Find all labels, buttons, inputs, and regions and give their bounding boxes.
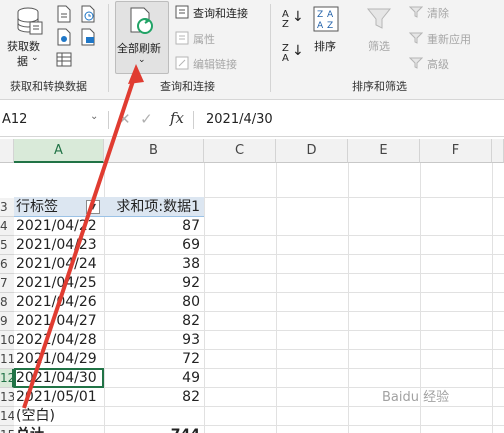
red-arrow-annotation <box>22 64 144 409</box>
watermark: Baidu 经验 <box>382 390 450 405</box>
